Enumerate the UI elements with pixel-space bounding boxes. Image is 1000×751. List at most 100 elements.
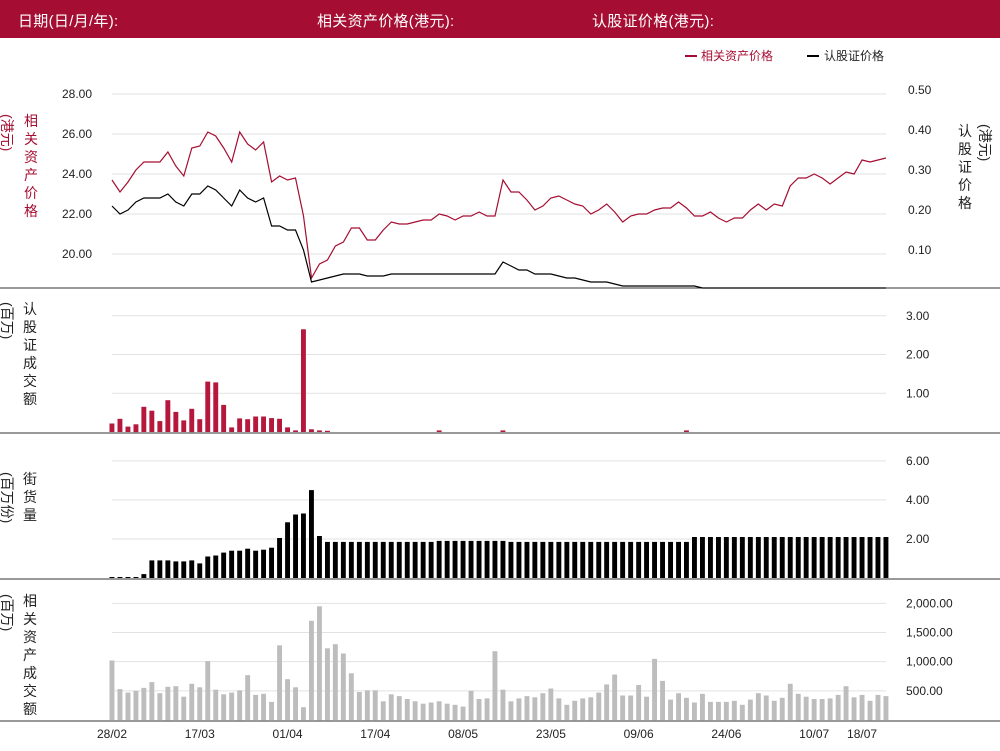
underlying-turnover-bar bbox=[253, 694, 259, 720]
underlying-turnover-bar bbox=[133, 690, 139, 720]
underlying-turnover-bar bbox=[412, 701, 418, 720]
warrant-turnover-bar bbox=[293, 430, 298, 432]
outstanding-bar bbox=[795, 537, 801, 578]
underlying-turnover-bar bbox=[588, 697, 594, 721]
underlying-turnover-bar bbox=[620, 695, 626, 720]
right-axis-tick-label: 0.10 bbox=[908, 243, 932, 257]
outstanding-bar bbox=[452, 540, 458, 578]
underlying-turnover-bar bbox=[340, 653, 346, 720]
outstanding-bar bbox=[668, 541, 673, 578]
warrant-turnover-bar bbox=[229, 427, 235, 432]
left-axis-tick-label: 20.00 bbox=[62, 247, 92, 261]
underlying-turnover-label-char: 产 bbox=[23, 647, 37, 663]
underlying-turnover-bar bbox=[867, 700, 873, 721]
x-axis-tick-label: 17/04 bbox=[360, 727, 390, 741]
underlying-turnover-bar bbox=[141, 687, 147, 720]
outstanding-bar bbox=[189, 560, 195, 578]
outstanding-unit-label: (百万份) bbox=[0, 472, 15, 523]
underlying-turnover-bar bbox=[325, 648, 330, 721]
underlying-turnover-bar bbox=[604, 684, 610, 720]
underlying-turnover-tick-label: 500.00 bbox=[906, 684, 943, 698]
warrant-turnover-bar bbox=[261, 416, 266, 432]
outstanding-bar bbox=[229, 550, 235, 578]
outstanding-bar bbox=[141, 574, 147, 578]
left-axis-label-char: 资 bbox=[24, 149, 38, 165]
outstanding-bar bbox=[301, 513, 306, 578]
legend-label-warrant: 认股证价格 bbox=[824, 48, 884, 63]
underlying-turnover-tick-label: 1,000.00 bbox=[906, 655, 953, 669]
underlying-turnover-bar bbox=[835, 694, 841, 720]
outstanding-bar bbox=[173, 561, 179, 578]
left-axis-unit-label: (港元) bbox=[0, 114, 15, 151]
outstanding-bar bbox=[827, 537, 833, 578]
underlying-turnover-bar bbox=[317, 606, 322, 721]
underlying-turnover-bar bbox=[716, 701, 721, 720]
underlying-turnover-label-char: 额 bbox=[23, 701, 37, 717]
outstanding-label-char: 货 bbox=[23, 489, 37, 505]
right-axis-unit-label: (港元) bbox=[977, 124, 993, 161]
underlying-turnover-bar bbox=[676, 693, 681, 720]
x-axis-tick-label: 10/07 bbox=[799, 727, 829, 741]
outstanding-bar bbox=[125, 577, 131, 578]
underlying-turnover-bar bbox=[205, 661, 211, 720]
underlying-turnover-bar bbox=[364, 690, 370, 721]
underlying-turnover-bar bbox=[213, 689, 219, 720]
outstanding-bar bbox=[628, 541, 634, 578]
outstanding-bar bbox=[596, 541, 602, 578]
outstanding-bar bbox=[500, 540, 506, 578]
warrant-turnover-bar bbox=[269, 418, 274, 432]
warrant-turnover-bar bbox=[237, 418, 243, 432]
x-axis-tick-label: 24/06 bbox=[711, 727, 741, 741]
underlying-turnover-bar bbox=[771, 700, 777, 721]
underlying-turnover-bar bbox=[803, 696, 809, 720]
warrant-turnover-label-char: 额 bbox=[23, 391, 37, 407]
underlying-turnover-bar bbox=[811, 699, 817, 720]
underlying-turnover-bar bbox=[763, 695, 769, 720]
underlying-turnover-bar bbox=[548, 688, 554, 720]
warrant-turnover-bar bbox=[173, 411, 179, 432]
underlying-turnover-bar bbox=[731, 700, 737, 721]
outstanding-bar bbox=[396, 541, 402, 578]
outstanding-bar bbox=[420, 541, 426, 578]
underlying-turnover-bar bbox=[444, 703, 450, 720]
right-axis-tick-label: 0.30 bbox=[908, 163, 932, 177]
outstanding-bar bbox=[508, 541, 514, 578]
outstanding-bar bbox=[620, 541, 626, 578]
warrant-turnover-tick-label: 2.00 bbox=[906, 348, 930, 362]
underlying-turnover-bar bbox=[269, 701, 274, 720]
underlying-turnover-bar bbox=[396, 696, 402, 720]
warrant-turnover-bar bbox=[117, 418, 123, 432]
outstanding-bar bbox=[771, 537, 777, 578]
warrant-turnover-bar bbox=[325, 430, 330, 432]
outstanding-bar bbox=[428, 541, 434, 578]
underlying-turnover-bar bbox=[356, 692, 362, 720]
outstanding-bar bbox=[476, 540, 482, 578]
underlying-turnover-bar bbox=[332, 644, 338, 720]
underlying-turnover-bar bbox=[492, 651, 498, 720]
outstanding-bar bbox=[731, 537, 737, 578]
underlying-turnover-bar bbox=[157, 693, 163, 720]
left-axis-tick-label: 24.00 bbox=[62, 167, 92, 181]
outstanding-label-char: 街 bbox=[23, 471, 37, 487]
underlying-turnover-bar bbox=[660, 680, 665, 720]
underlying-turnover-bar bbox=[644, 696, 649, 720]
underlying-turnover-bar bbox=[165, 686, 171, 721]
warrant-turnover-bar bbox=[181, 420, 187, 432]
outstanding-bar bbox=[133, 577, 139, 578]
outstanding-bar bbox=[412, 541, 418, 578]
underlying-turnover-bar bbox=[516, 698, 522, 720]
right-axis-label-char: 价 bbox=[958, 177, 972, 193]
underlying-turnover-bar bbox=[109, 660, 115, 720]
underlying-turnover-tick-label: 1,500.00 bbox=[906, 626, 953, 640]
underlying-turnover-bar bbox=[652, 658, 657, 721]
underlying-turnover-bar bbox=[436, 701, 442, 720]
warrant-turnover-bar bbox=[221, 404, 227, 432]
date-label: 日期(日/月/年): bbox=[18, 13, 119, 30]
outstanding-bar bbox=[524, 541, 530, 578]
warrant-turnover-bar bbox=[253, 416, 259, 432]
underlying-turnover-bar bbox=[468, 690, 474, 720]
left-axis-label-char: 价 bbox=[24, 185, 38, 201]
warrant-turnover-bar bbox=[500, 430, 506, 432]
outstanding-bar bbox=[516, 541, 522, 578]
outstanding-bar bbox=[285, 522, 290, 578]
